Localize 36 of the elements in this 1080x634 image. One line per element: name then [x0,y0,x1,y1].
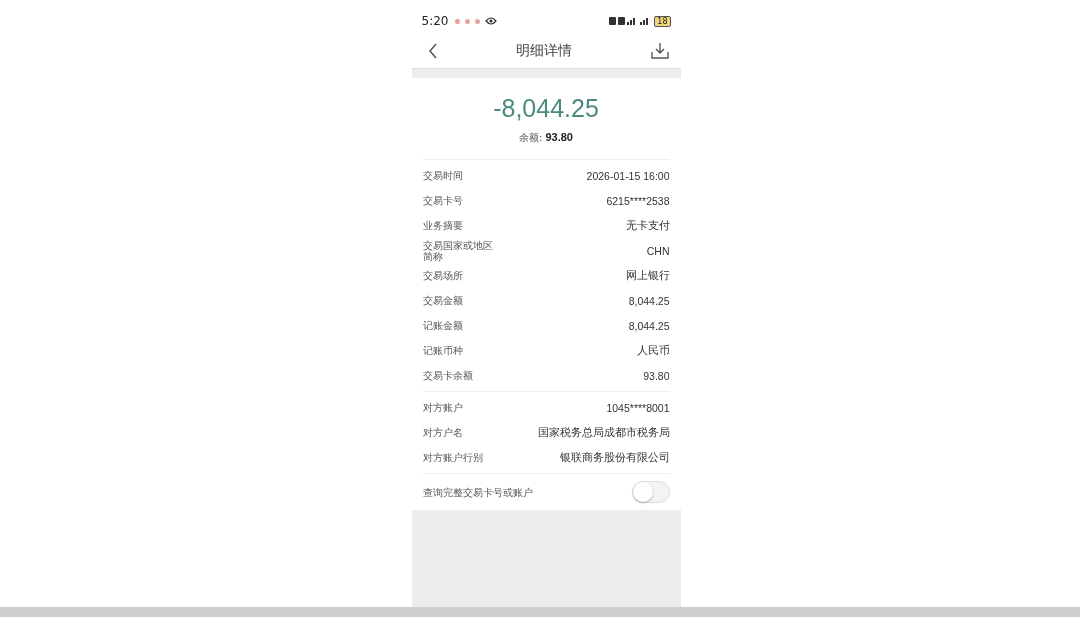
balance-value: 93.80 [545,131,573,143]
detail-label: 交易时间 [422,170,463,181]
eye-icon [485,17,498,25]
detail-value: 8,044.25 [628,319,670,332]
balance-label: 余额: [519,131,543,145]
back-icon[interactable] [427,43,438,59]
detail-label: 交易金额 [422,295,463,306]
detail-label: 交易卡号 [422,195,463,206]
battery-indicator: 18 [654,15,671,27]
detail-value: 网上银行 [625,268,670,283]
detail-value: 2026-01-15 16:00 [586,169,670,182]
status-time: 5:20 [421,14,449,28]
detail-label: 交易国家或地区简称 [422,239,494,262]
detail-value: 6215****2538 [606,194,670,207]
toggle-label: 查询完整交易卡号或账户 [422,486,533,498]
detail-value: CHN [646,244,670,257]
detail-label: 交易场所 [422,270,463,281]
detail-value: 人民币 [636,343,670,358]
detail-value: 1045****8001 [606,401,670,414]
detail-label: 业务摘要 [422,220,463,231]
detail-value: 无卡支付 [625,218,670,233]
download-icon[interactable] [650,42,669,60]
detail-value: 国家税务总局成都市税务局 [537,425,670,440]
detail-value: 银联商务股份有限公司 [559,450,670,465]
detail-label: 对方户名 [422,427,463,438]
detail-label: 记账金额 [422,320,463,331]
detail-label: 交易卡余额 [422,370,473,381]
detail-label: 记账币种 [422,345,463,356]
detail-value: 93.80 [643,369,670,382]
toggle-switch[interactable] [631,481,670,503]
detail-value: 8,044.25 [628,294,670,307]
detail-label: 对方账户行别 [422,452,483,463]
amount-text: -8,044.25 [493,94,599,123]
page-title: 明细详情 [516,42,572,60]
detail-label: 对方账户 [422,402,463,413]
signal-icon [609,16,650,26]
